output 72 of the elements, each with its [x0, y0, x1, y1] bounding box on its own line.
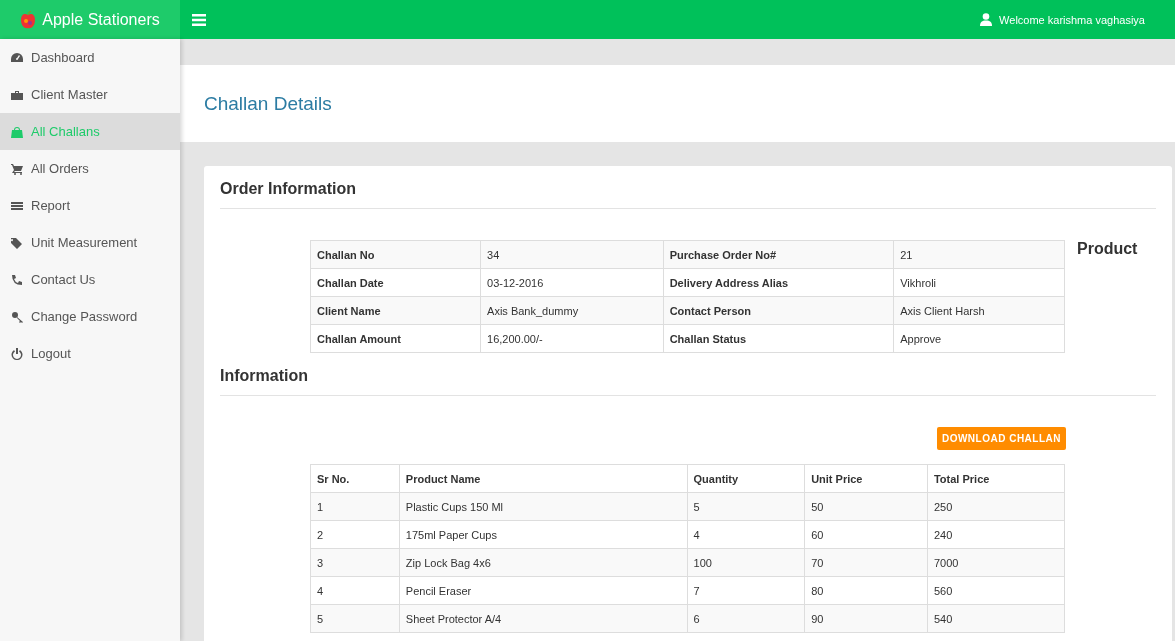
section-heading: Product	[1077, 240, 1138, 258]
column-header: Quantity	[687, 464, 805, 493]
table-cell: 240	[927, 520, 1065, 549]
section-heading: Information	[220, 367, 309, 385]
column-header: Unit Price	[804, 464, 928, 493]
column-header: Sr No.	[310, 464, 400, 493]
page-title: Challan Details	[204, 92, 332, 115]
welcome-text: Welcome karishma vaghasiya	[999, 13, 1145, 26]
field-label: Challan Date	[310, 268, 481, 297]
field-label: Client Name	[310, 296, 481, 325]
table-cell: 70	[804, 548, 928, 577]
table-cell: 34	[480, 240, 664, 269]
apple-logo-icon	[20, 10, 37, 29]
menu-icon[interactable]	[192, 13, 206, 26]
field-label: Challan Amount	[310, 324, 481, 353]
sidebar-item[interactable]: Dashboard	[0, 39, 180, 76]
key-icon	[11, 310, 23, 323]
section-heading: Order Information	[220, 180, 357, 198]
field-label: Purchase Order No#	[663, 240, 894, 269]
table-cell: 5	[310, 604, 400, 633]
column-header: Total Price	[927, 464, 1065, 493]
table-cell: 540	[927, 604, 1065, 633]
table-cell: 1	[310, 492, 400, 521]
dashboard-icon	[11, 51, 23, 64]
bag-icon	[11, 125, 23, 138]
table-cell: 50	[804, 492, 928, 521]
sidebar-item[interactable]: Report	[0, 187, 180, 224]
table-cell: 3	[310, 548, 400, 577]
field-label: Contact Person	[663, 296, 894, 325]
field-label: Challan No	[310, 240, 481, 269]
table-cell: 175ml Paper Cups	[399, 520, 688, 549]
table-cell: 60	[804, 520, 928, 549]
table-cell: 4	[310, 576, 400, 605]
sidebar-item[interactable]: Unit Measurement	[0, 224, 180, 261]
table-cell: Sheet Protector A/4	[399, 604, 688, 633]
table-cell: 2	[310, 520, 400, 549]
table-cell: 5	[687, 492, 805, 521]
table-cell: 4	[687, 520, 805, 549]
table-cell: 21	[893, 240, 1065, 269]
phone-icon	[11, 273, 23, 286]
table-cell: 90	[804, 604, 928, 633]
sidebar-item[interactable]: Change Password	[0, 298, 180, 335]
table-cell: 100	[687, 548, 805, 577]
table-cell: Plastic Cups 150 Ml	[399, 492, 688, 521]
sidebar-item[interactable]: All Orders	[0, 150, 180, 187]
table-cell: Zip Lock Bag 4x6	[399, 548, 688, 577]
table-cell: 80	[804, 576, 928, 605]
table-cell: Axis Client Harsh	[893, 296, 1065, 325]
field-label: Challan Status	[663, 324, 894, 353]
list-icon	[11, 199, 23, 212]
user-icon	[980, 13, 993, 26]
table-cell: Pencil Eraser	[399, 576, 688, 605]
table-cell: 7	[687, 576, 805, 605]
table-cell: 250	[927, 492, 1065, 521]
column-header: Product Name	[399, 464, 688, 493]
table-cell: 03-12-2016	[480, 268, 664, 297]
table-cell: 7000	[927, 548, 1065, 577]
table-cell: 560	[927, 576, 1065, 605]
table-cell: Axis Bank_dummy	[480, 296, 664, 325]
sidebar-item[interactable]: Contact Us	[0, 261, 180, 298]
table-cell: 16,200.00/-	[480, 324, 664, 353]
sidebar-item[interactable]: Logout	[0, 335, 180, 372]
briefcase-icon	[11, 88, 23, 101]
cart-icon	[11, 162, 23, 175]
table-cell: 6	[687, 604, 805, 633]
field-label: Delivery Address Alias	[663, 268, 894, 297]
tags-icon	[11, 236, 23, 249]
table-cell: Approve	[893, 324, 1065, 353]
brand-name: Apple Stationers	[42, 10, 160, 29]
table-cell: Vikhroli	[893, 268, 1065, 297]
power-icon	[11, 347, 23, 360]
sidebar-item[interactable]: Client Master	[0, 76, 180, 113]
